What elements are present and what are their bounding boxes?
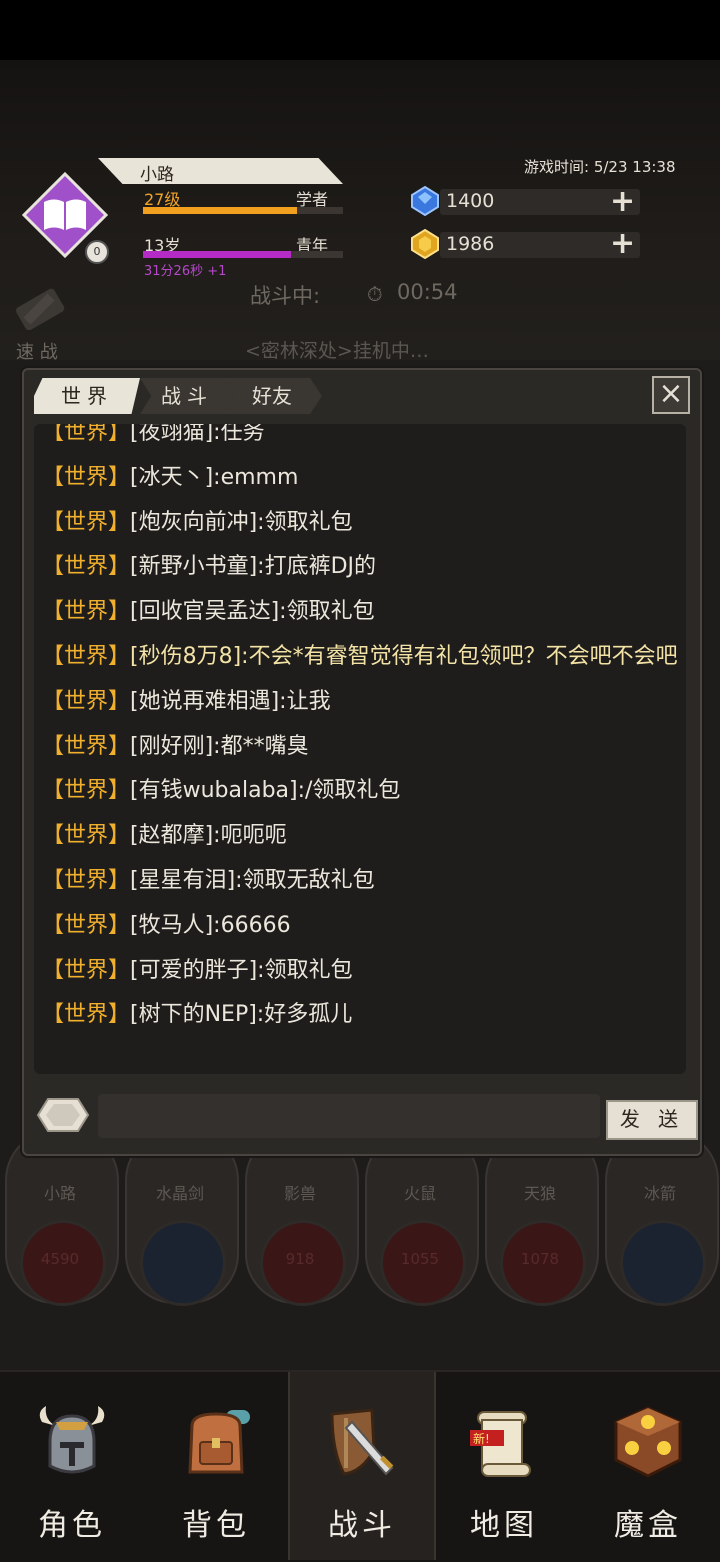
nav-map[interactable]: 新! 地图 <box>432 1372 576 1560</box>
send-button[interactable]: 发 送 <box>606 1100 698 1140</box>
hero-skill-orb <box>140 1220 226 1306</box>
message-text: [夜翊猫]:任务 <box>130 424 265 445</box>
message-text: [回收官吴孟达]:领取礼包 <box>130 599 375 625</box>
battle-status: 战斗中: <box>250 284 321 308</box>
channel-tag: 【世界】 <box>42 778 131 804</box>
channel-tag: 【世界】 <box>42 599 131 625</box>
diamond-icon <box>411 186 439 216</box>
helmet-icon <box>39 1406 105 1474</box>
message-list[interactable]: 【世界】[夜翊猫]:任务 【世界】[冰天丶]:emmm 【世界】[炮灰向前冲]:领取… <box>34 424 686 1074</box>
age-timer: 31分26秒 +1 <box>144 264 227 279</box>
hero-name: 水晶剑 <box>155 1184 204 1203</box>
chat-message[interactable]: 【世界】[牧马人]:66666 <box>42 911 682 941</box>
level-badge: 0 <box>85 240 109 264</box>
hero-hp: 1055 <box>400 1250 440 1268</box>
chat-message[interactable]: 【世界】[夜翊猫]:任务 <box>42 424 682 448</box>
channel-tag: 【世界】 <box>42 424 131 445</box>
hero-name: 火鼠 <box>403 1184 436 1203</box>
new-badge: 新! <box>473 1431 490 1446</box>
message-text: [她说再难相遇]:让我 <box>130 688 331 714</box>
hero-name: 影兽 <box>283 1184 316 1203</box>
chat-message[interactable]: 【世界】[刚好刚]:都**嘴臭 <box>42 732 682 762</box>
message-text: [牧马人]:66666 <box>130 912 291 938</box>
message-text: [秒伤8万8]:不会*有睿智觉得有礼包领吧？不会吧不会吧 <box>130 643 678 669</box>
channel-tag: 【世界】 <box>42 554 131 580</box>
nav-bag[interactable]: 背包 <box>144 1372 288 1560</box>
hero-hp: 918 <box>285 1250 315 1268</box>
hero-skill-orb <box>620 1220 706 1306</box>
nav-battle[interactable]: 战斗 <box>288 1372 436 1560</box>
diamond-amount: 1400 <box>446 190 495 212</box>
sword-icon[interactable] <box>14 288 68 330</box>
nav-label: 地图 <box>470 1508 538 1543</box>
channel-tag: 【世界】 <box>42 957 131 983</box>
chat-message[interactable]: 【世界】[新野小书童]:打底裤DJ的 <box>42 552 682 582</box>
magic-box-icon <box>614 1406 682 1478</box>
message-text: [星星有泪]:领取无敌礼包 <box>130 867 375 893</box>
nav-magic-box[interactable]: 魔盒 <box>576 1372 720 1560</box>
scroll-map-icon: 新! <box>470 1411 531 1477</box>
shield-sword-icon <box>330 1408 394 1476</box>
message-text: [炮灰向前冲]:领取礼包 <box>130 509 353 535</box>
idle-status: <密林深处>挂机中… <box>245 340 429 362</box>
message-text: [刚好刚]:都**嘴臭 <box>130 733 309 759</box>
close-icon[interactable]: × <box>652 376 690 414</box>
clock-icon: ⏱ <box>367 282 383 306</box>
nav-label: 角色 <box>38 1508 106 1543</box>
chat-message[interactable]: 【世界】[有钱wubalaba]:/领取礼包 <box>42 776 682 806</box>
message-text: [冰天丶]:emmm <box>130 464 299 490</box>
chat-message[interactable]: 【世界】[炮灰向前冲]:领取礼包 <box>42 508 682 538</box>
xp-bar-fill <box>143 207 297 214</box>
channel-tag: 【世界】 <box>42 867 131 893</box>
nav-label: 魔盒 <box>614 1508 682 1543</box>
channel-tag: 【世界】 <box>42 912 131 938</box>
gold-icon <box>411 229 439 259</box>
message-text: [新野小书童]:打底裤DJ的 <box>130 554 377 580</box>
game-time: 游戏时间: 5/23 13:38 <box>524 158 676 176</box>
chat-message[interactable]: 【世界】[可爱的胖子]:领取礼包 <box>42 956 682 986</box>
channel-tag: 【世界】 <box>42 733 131 759</box>
channel-tag: 【世界】 <box>42 823 131 849</box>
name-plate <box>98 158 343 184</box>
message-text: [赵都摩]:呃呃呃 <box>130 823 287 849</box>
message-text: [树下的NEP]:好多孤儿 <box>130 1002 353 1028</box>
tab-battle[interactable]: 战斗 <box>140 378 234 414</box>
nav-label: 战斗 <box>328 1508 396 1543</box>
hero-hp: 1078 <box>520 1250 560 1268</box>
channel-tag: 【世界】 <box>42 1002 131 1028</box>
battle-time: 00:54 <box>397 280 458 304</box>
backpack-icon <box>188 1410 250 1474</box>
age-bar-fill <box>143 251 291 258</box>
chat-message[interactable]: 【世界】[冰天丶]:emmm <box>42 463 682 493</box>
chat-message[interactable]: 【世界】[她说再难相遇]:让我 <box>42 687 682 717</box>
hero-name: 冰箭 <box>643 1184 676 1203</box>
channel-tag: 【世界】 <box>42 688 131 714</box>
message-text: [可爱的胖子]:领取礼包 <box>130 957 353 983</box>
chat-message[interactable]: 【世界】[星星有泪]:领取无敌礼包 <box>42 866 682 896</box>
hero-hp: 4590 <box>40 1250 80 1268</box>
hero-name: 小路 <box>43 1184 76 1203</box>
emoji-button[interactable] <box>34 1096 92 1134</box>
channel-tag: 【世界】 <box>42 643 131 669</box>
gold-amount: 1986 <box>446 233 495 255</box>
add-gold-button[interactable]: + <box>610 229 635 259</box>
chat-message[interactable]: 【世界】[赵都摩]:呃呃呃 <box>42 821 682 851</box>
status-bar <box>0 0 720 60</box>
nav-label: 背包 <box>182 1508 250 1543</box>
channel-tag: 【世界】 <box>42 464 131 490</box>
player-name: 小路 <box>140 165 174 185</box>
message-text: [有钱wubalaba]:/领取礼包 <box>130 778 401 804</box>
hero-name: 天狼 <box>523 1184 556 1203</box>
chat-input[interactable] <box>98 1094 600 1138</box>
nav-role[interactable]: 角色 <box>0 1372 144 1560</box>
chat-message[interactable]: 【世界】[树下的NEP]:好多孤儿 <box>42 1000 682 1030</box>
add-diamond-button[interactable]: + <box>610 187 635 217</box>
channel-tag: 【世界】 <box>42 509 131 535</box>
chat-message[interactable]: 【世界】[回收官吴孟达]:领取礼包 <box>42 597 682 627</box>
tab-world[interactable]: 世界 <box>34 378 140 414</box>
tab-friends[interactable]: 好友 <box>222 378 322 414</box>
chat-message[interactable]: 【世界】[秒伤8万8]:不会*有睿智觉得有礼包领吧？不会吧不会吧 <box>42 642 682 672</box>
